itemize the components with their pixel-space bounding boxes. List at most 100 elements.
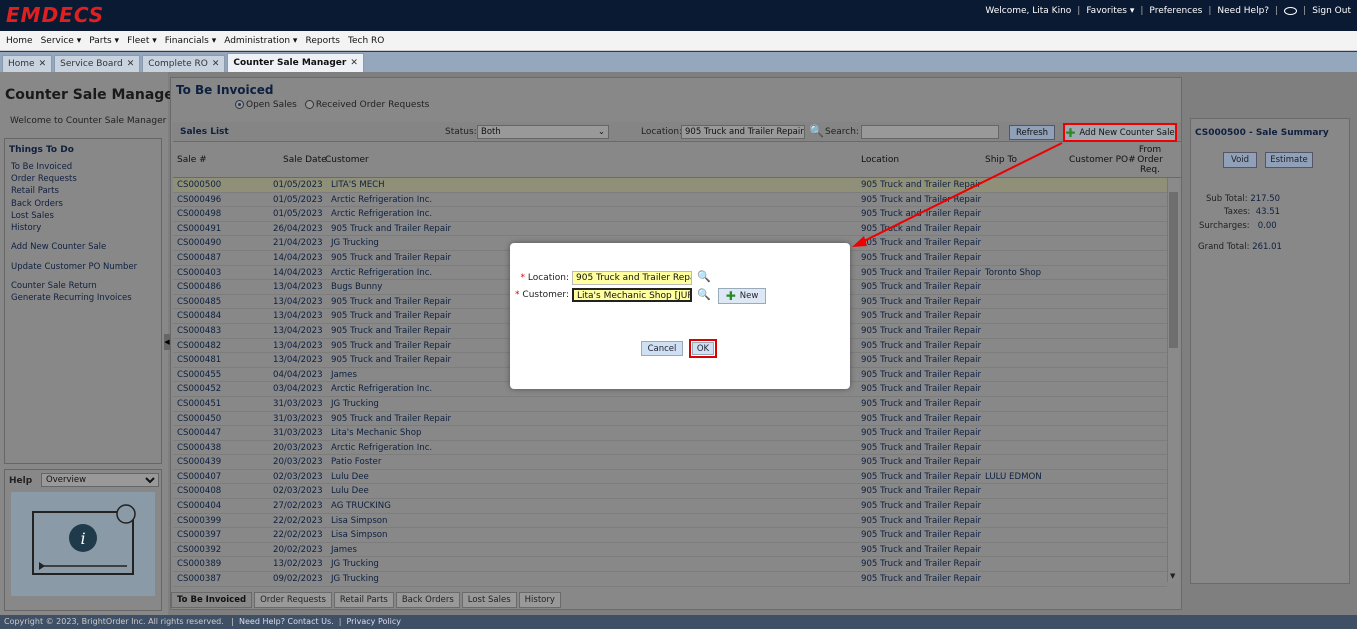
add-new-counter-sale-button[interactable]: ✚ Add New Counter Sale (1063, 123, 1177, 142)
scrollbar-thumb[interactable] (1169, 192, 1178, 348)
todo-generate-recurring-invoices[interactable]: Generate Recurring Invoices (11, 293, 132, 303)
sale-date-cell: 02/03/2023 (273, 471, 323, 482)
table-row[interactable]: CS000498 01/05/2023 Arctic Refrigeration I… (173, 207, 1167, 222)
table-row[interactable]: CS000496 01/05/2023 Arctic Refrigeration I… (173, 193, 1167, 208)
menu-tech-ro[interactable]: Tech RO (348, 36, 384, 46)
todo-history[interactable]: History (11, 223, 41, 233)
chat-icon[interactable] (1284, 7, 1298, 15)
search-input[interactable] (861, 125, 999, 139)
cancel-button[interactable]: Cancel (641, 341, 683, 356)
table-scrollbar[interactable]: ▼ (1167, 178, 1179, 582)
new-customer-button[interactable]: ✚ New (718, 288, 766, 304)
preferences-link[interactable]: Preferences (1149, 6, 1202, 16)
sale-number-cell: CS000490 (177, 238, 222, 249)
sale-date-cell: 13/04/2023 (273, 355, 323, 366)
col-sale-date[interactable]: Sale Date (283, 155, 327, 165)
tab-home[interactable]: Home ✕ (2, 55, 53, 72)
void-button[interactable]: Void (1223, 152, 1257, 168)
help-topic-select[interactable]: Overview (41, 473, 159, 487)
table-row[interactable]: CS000404 27/02/2023 AG TRUCKING 905 Truck a… (173, 499, 1167, 514)
table-row[interactable]: CS000439 20/03/2023 Patio Foster 905 Truck … (173, 455, 1167, 470)
customer-search-icon[interactable]: 🔍 (697, 288, 711, 301)
sale-date-cell: 13/04/2023 (273, 325, 323, 336)
customer-cell: 905 Truck and Trailer Repair (331, 325, 452, 336)
todo-update-customer-po[interactable]: Update Customer PO Number (11, 262, 137, 272)
scroll-down-icon[interactable]: ▼ (1170, 572, 1175, 580)
todo-order-requests[interactable]: Order Requests (11, 174, 77, 184)
col-customer-po[interactable]: Customer PO# (1069, 155, 1136, 165)
menu-administration[interactable]: Administration ▾ (224, 36, 297, 46)
sale-number-cell: CS000387 (177, 574, 222, 585)
app-logo[interactable]: EMDECS (6, 3, 104, 27)
col-from-order-req[interactable]: From Order Req. (1137, 145, 1163, 175)
todo-retail-parts[interactable]: Retail Parts (11, 186, 59, 196)
table-row[interactable]: CS000447 31/03/2023 Lita's Mechanic Shop 90… (173, 426, 1167, 441)
open-sales-radio[interactable]: Open Sales (235, 100, 297, 110)
menu-parts[interactable]: Parts ▾ (89, 36, 119, 46)
col-ship-to[interactable]: Ship To (985, 155, 1017, 165)
table-row[interactable]: CS000451 31/03/2023 JG Trucking 905 Truck a… (173, 397, 1167, 412)
table-row[interactable]: CS000392 20/02/2023 James 905 Truck and Tra… (173, 543, 1167, 558)
table-row[interactable]: CS000438 20/03/2023 Arctic Refrigeration I… (173, 441, 1167, 456)
btab-history[interactable]: History (518, 592, 561, 608)
close-icon[interactable]: ✕ (39, 59, 47, 69)
btab-to-be-invoiced[interactable]: To Be Invoiced (171, 592, 253, 608)
col-sale-number[interactable]: Sale # (177, 155, 207, 165)
menu-fleet[interactable]: Fleet ▾ (127, 36, 157, 46)
menu-financials[interactable]: Financials ▾ (165, 36, 216, 46)
privacy-link[interactable]: Privacy Policy (346, 617, 401, 627)
table-row[interactable]: CS000491 26/04/2023 905 Truck and Trailer … (173, 222, 1167, 237)
sale-date-cell: 13/04/2023 (273, 282, 323, 293)
col-location[interactable]: Location (861, 155, 899, 165)
favorites-menu[interactable]: Favorites ▾ (1086, 6, 1134, 16)
tab-service-board[interactable]: Service Board ✕ (54, 55, 141, 72)
sign-out-link[interactable]: Sign Out (1312, 6, 1351, 16)
table-row[interactable]: CS000399 22/02/2023 Lisa Simpson 905 Truck … (173, 514, 1167, 529)
menu-service[interactable]: Service ▾ (41, 36, 82, 46)
need-help-link[interactable]: Need Help? (1217, 6, 1269, 16)
table-row[interactable]: CS000397 22/02/2023 Lisa Simpson 905 Truck … (173, 528, 1167, 543)
table-row[interactable]: CS000408 02/03/2023 Lulu Dee 905 Truck and … (173, 484, 1167, 500)
help-video[interactable]: i (11, 492, 155, 596)
todo-lost-sales[interactable]: Lost Sales (11, 211, 54, 221)
todo-back-orders[interactable]: Back Orders (11, 199, 63, 209)
btab-order-requests[interactable]: Order Requests (254, 592, 332, 608)
btab-retail-parts[interactable]: Retail Parts (333, 592, 394, 608)
location-search-icon[interactable]: 🔍 (697, 270, 711, 283)
table-row[interactable]: CS000387 09/02/2023 JG Trucking 905 Truck a… (173, 572, 1167, 587)
estimate-button[interactable]: Estimate (1265, 152, 1313, 168)
close-icon[interactable]: ✕ (212, 59, 220, 69)
sale-number-cell: CS000439 (177, 457, 222, 468)
table-row[interactable]: CS000450 31/03/2023 905 Truck and Trailer … (173, 412, 1167, 427)
menu-home[interactable]: Home (6, 36, 33, 46)
help-panel: Help Overview i (4, 469, 162, 611)
location-field[interactable]: 905 Truck and Trailer Repair [ (681, 125, 805, 139)
menu-reports[interactable]: Reports (305, 36, 340, 46)
ok-button[interactable]: OK (692, 342, 714, 355)
status-select[interactable]: Both ⌄ (477, 125, 609, 139)
col-customer[interactable]: Customer (325, 155, 369, 165)
todo-counter-sale-return[interactable]: Counter Sale Return (11, 281, 97, 291)
close-icon[interactable]: ✕ (350, 58, 358, 68)
close-icon[interactable]: ✕ (127, 59, 135, 69)
btab-back-orders[interactable]: Back Orders (395, 592, 460, 608)
chevron-down-icon: ⌄ (597, 127, 605, 137)
tab-counter-sale-manager[interactable]: Counter Sale Manager ✕ (227, 53, 364, 72)
received-order-requests-radio[interactable]: Received Order Requests (304, 100, 429, 110)
refresh-button[interactable]: Refresh (1009, 125, 1055, 140)
contact-link[interactable]: Need Help? Contact Us. (239, 617, 334, 627)
location-cell: 905 Truck and Trailer Repair (861, 486, 982, 497)
dialog-customer-label: * Customer: (515, 290, 569, 300)
tab-complete-ro[interactable]: Complete RO ✕ (142, 55, 226, 72)
todo-add-new-counter-sale[interactable]: Add New Counter Sale (11, 242, 106, 252)
table-row[interactable]: CS000389 13/02/2023 JG Trucking 905 Truck a… (173, 557, 1167, 573)
sale-date-cell: 02/03/2023 (273, 486, 323, 497)
dialog-customer-input[interactable]: Lita's Mechanic Shop [JUPITE (572, 288, 692, 302)
todo-to-be-invoiced[interactable]: To Be Invoiced (11, 162, 72, 172)
btab-lost-sales[interactable]: Lost Sales (461, 592, 517, 608)
table-row[interactable]: CS000500 01/05/2023 LITA'S MECH 905 Truck a… (173, 178, 1167, 193)
search-icon[interactable]: 🔍 (809, 124, 824, 138)
dialog-location-input[interactable]: 905 Truck and Trailer Repair [ (572, 271, 692, 285)
table-row[interactable]: CS000407 02/03/2023 Lulu Dee 905 Truck and … (173, 470, 1167, 485)
sale-number-cell: CS000486 (177, 282, 222, 293)
